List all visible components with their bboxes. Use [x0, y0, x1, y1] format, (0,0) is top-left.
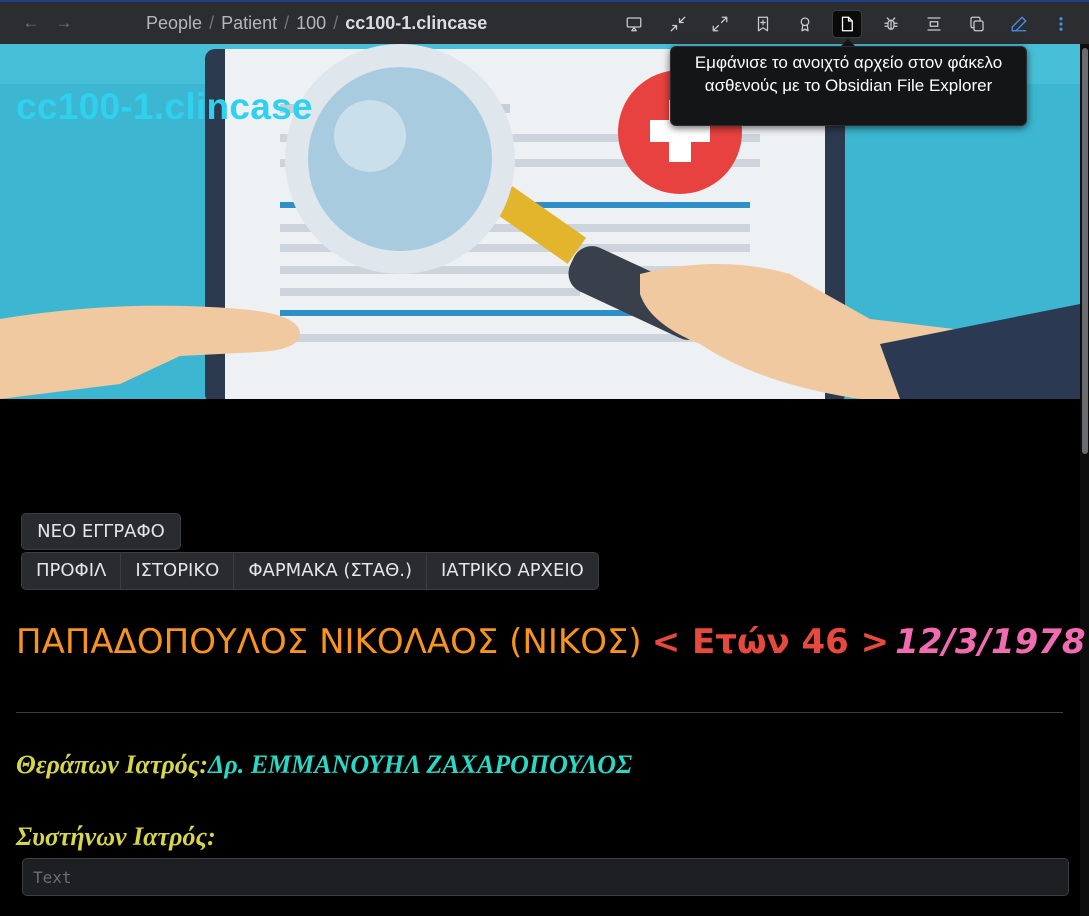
- bookmark-plus-icon[interactable]: [748, 10, 778, 38]
- breadcrumb-separator: /: [333, 13, 339, 33]
- more-vertical-icon[interactable]: [1046, 10, 1076, 38]
- patient-heading: ΠΑΠΑΔΟΠΟΥΛΟΣ ΝΙΚΟΛΑΟΣ (ΝΙΚΟΣ) < Ετών 46 >…: [16, 622, 1086, 662]
- tab-profile[interactable]: ΠΡΟΦΙΛ: [22, 553, 122, 589]
- attending-doctor: Θεράπων Ιατρός:Δρ. ΕΜΜΑΝΟΥΗΛ ΖΑΧΑΡΟΠΟΥΛΟ…: [16, 750, 632, 780]
- patient-name: ΠΑΠΑΔΟΠΟΥΛΟΣ ΝΙΚΟΛΑΟΣ (ΝΙΚΟΣ): [16, 622, 642, 662]
- align-center-icon[interactable]: [919, 10, 949, 38]
- new-document-button[interactable]: ΝΕΟ ΕΓΓΡΑΦΟ: [21, 513, 181, 550]
- tab-medications[interactable]: ΦΑΡΜΑΚΑ (ΣΤΑΘ.): [234, 553, 427, 589]
- pencil-icon[interactable]: [1004, 10, 1034, 38]
- bug-icon[interactable]: [876, 10, 906, 38]
- title-bar: ← → People / Patient / 100 / cc100-1.clincase: [0, 0, 1089, 44]
- breadcrumb-separator: /: [209, 13, 215, 33]
- patient-tabs: ΠΡΟΦΙΛ ΙΣΤΟΡΙΚΟ ΦΑΡΜΑΚΑ (ΣΤΑΘ.) ΙΑΤΡΙΚΟ …: [21, 552, 599, 590]
- breadcrumb-separator: /: [284, 13, 290, 33]
- banner-title: cc100-1.clincase: [16, 86, 313, 127]
- attending-doctor-label: Θεράπων Ιατρός:: [16, 750, 209, 779]
- tab-medical-record[interactable]: ΙΑΤΡΙΚΟ ΑΡΧΕΙΟ: [427, 553, 598, 589]
- referring-doctor-label: Συστήνων Ιατρός:: [16, 822, 216, 851]
- scrollbar-thumb[interactable]: [1082, 48, 1088, 454]
- award-icon[interactable]: [790, 10, 820, 38]
- copy-icon[interactable]: [962, 10, 992, 38]
- arrow-left-icon[interactable]: ←: [20, 12, 42, 34]
- breadcrumb-100[interactable]: 100: [296, 13, 326, 33]
- divider: [16, 712, 1063, 713]
- breadcrumb: People / Patient / 100 / cc100-1.clincase: [146, 11, 487, 35]
- arrow-right-icon[interactable]: →: [53, 12, 75, 34]
- referring-doctor-input[interactable]: [22, 858, 1069, 896]
- tooltip: Εμφάνισε το ανοιχτό αρχείο στον φάκελο α…: [670, 46, 1027, 126]
- cast-icon[interactable]: [619, 10, 649, 38]
- breadcrumb-current-file[interactable]: cc100-1.clincase: [345, 13, 487, 33]
- file-icon[interactable]: [832, 10, 862, 38]
- minimize-icon[interactable]: [663, 10, 693, 38]
- attending-doctor-value: Δρ. ΕΜΜΑΝΟΥΗΛ ΖΑΧΑΡΟΠΟΥΛΟΣ: [208, 750, 633, 779]
- patient-dob: 12/3/1978: [895, 622, 1086, 662]
- tooltip-arrow: [841, 39, 855, 46]
- breadcrumb-patient[interactable]: Patient: [221, 13, 277, 33]
- patient-age: < Ετών 46 >: [651, 622, 890, 662]
- maximize-icon[interactable]: [705, 10, 735, 38]
- tab-history[interactable]: ΙΣΤΟΡΙΚΟ: [121, 553, 235, 589]
- breadcrumb-people[interactable]: People: [146, 13, 202, 33]
